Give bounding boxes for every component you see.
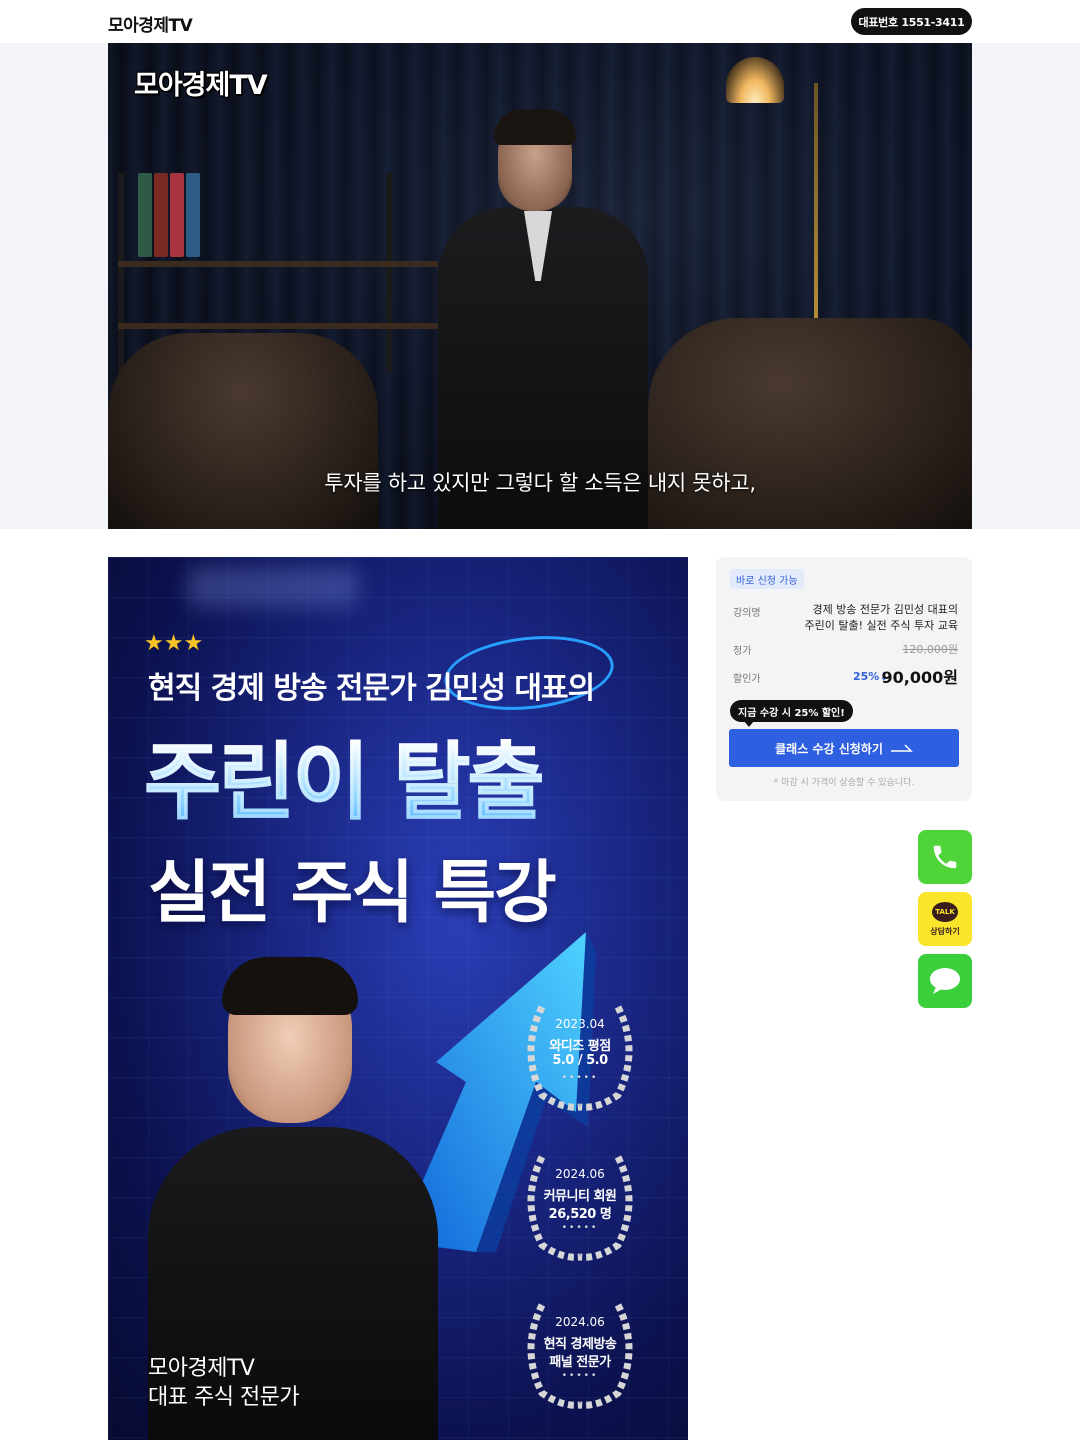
sale-price-label: 할인가 [733,674,761,685]
site-logo[interactable]: 모아경제TV [108,11,193,36]
discount-tooltip: 지금 수강 시 25% 할인! [730,700,853,727]
award-badge-rating: 2023.04 와디즈 평점 5.0 / 5.0 ••••• [512,987,648,1115]
kakao-talk-label: 상담하기 [930,926,960,936]
instructor-title: 대표 주식 전문가 [148,1385,300,1410]
kakao-talk-icon: TALK [932,901,958,922]
availability-badge: 바로 신청 가능 [730,569,804,589]
site-header: 모아경제TV 대표번호 1551-3411 [0,0,1080,43]
video-subtitle: 투자를 하고 있지만 그렇다 할 소득은 내지 못하고, [324,471,756,495]
phone-call-button[interactable] [918,830,972,884]
phone-number-button[interactable]: 대표번호 1551-3411 [851,8,972,35]
course-name-line2: 주린이 탈출! 실전 주식 투자 교육 [804,619,958,632]
award-badge-panel: 2024.06 현직 경제방송 패널 전문가 ••••• [512,1285,648,1413]
message-button[interactable] [918,954,972,1008]
list-price: 120,000원 [902,643,958,656]
course-name-label: 강의명 [733,608,761,619]
rating-stars-icon: ★★★ [144,631,204,656]
armchair-left-image [108,333,378,529]
message-bubble-icon [930,968,960,994]
kakao-talk-button[interactable]: TALK 상담하기 [918,892,972,946]
list-price-label: 정가 [733,646,752,657]
award-badge-members: 2024.06 커뮤니티 회원 26,520 명 ••••• [512,1137,648,1265]
phone-icon [933,845,957,869]
enroll-button-label: 클래스 수강 신청하기 [775,741,883,756]
blurred-text [188,567,358,607]
price-notice: * 마감 시 가격이 상승할 수 있습니다. [773,778,915,788]
instructor-affiliation: 모아경제TV [148,1356,255,1381]
intro-video[interactable]: 모아경제TV 투자를 하고 있지만 그렇다 할 소득은 내지 못하고, [108,43,972,529]
enrollment-panel: 바로 신청 가능 강의명 경제 방송 전문가 김민성 대표의 주린이 탈출! 실… [716,557,972,801]
poster-subheading: 현직 경제 방송 전문가 김민성 대표의 [148,671,595,706]
course-name-line1: 경제 방송 전문가 김민성 대표의 [812,603,958,616]
sale-price: 90,000원 [881,668,958,687]
poster-title-line1: 주린이 탈출 [144,715,546,836]
armchair-right-image [648,318,972,529]
course-poster: ★★★ 현직 경제 방송 전문가 김민성 대표의 주린이 탈출 실전 주식 특강… [108,557,688,1440]
arrow-right-icon [890,744,913,752]
enroll-button[interactable]: 클래스 수강 신청하기 [729,729,959,767]
video-watermark: 모아경제TV [134,70,268,101]
